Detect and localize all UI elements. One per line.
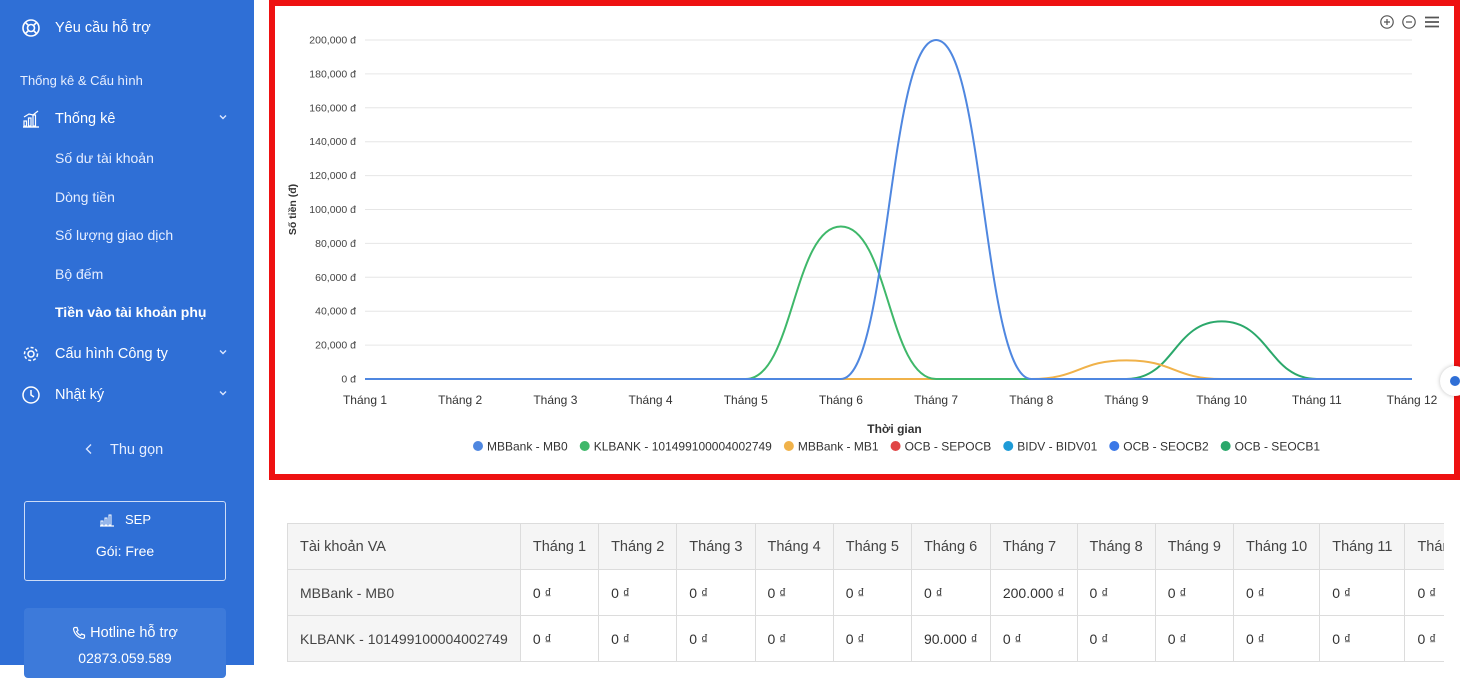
amount-cell: 200.000 ₫ — [989, 569, 1078, 616]
x-tick-label: Tháng 9 — [1104, 393, 1148, 407]
amount-cell: 0 ₫ — [1232, 615, 1321, 662]
y-tick-label: 120,000 đ — [309, 170, 356, 182]
legend-marker — [1003, 441, 1014, 451]
column-header-month: Tháng 6 — [910, 523, 991, 570]
amount-cell: 0 ₫ — [1404, 569, 1444, 616]
phone-icon — [73, 626, 86, 640]
series-line — [364, 320, 1412, 381]
x-tick-label: Tháng 11 — [1292, 393, 1342, 407]
hotline-box[interactable]: Hotline hỗ trợ 02873.059.589 — [24, 608, 226, 678]
table-body: MBBank - MB0 0 ₫ 0 ₫ 0 ₫ 0 ₫ 0 ₫ 0 ₫ 200.000 ₫ 0… — [287, 569, 1444, 662]
column-header-month: Tháng 5 — [832, 523, 912, 570]
column-header-month: Tháng 9 — [1154, 523, 1234, 570]
amount-cell: 90.000 ₫ — [910, 615, 991, 662]
column-header-month: Tháng 8 — [1076, 523, 1156, 570]
legend-marker — [783, 441, 794, 451]
y-tick-label: 80,000 đ — [315, 238, 356, 250]
zoom-out-icon[interactable] — [1401, 14, 1417, 30]
table-row: KLBANK - 101499100004002749 0 ₫ 0 ₫ 0 ₫ 0 ₫ 0… — [287, 615, 1444, 662]
legend-marker — [579, 441, 590, 451]
x-tick-label: Tháng 3 — [533, 393, 577, 407]
y-tick-label: 200,000 đ — [309, 35, 356, 47]
chart-icon — [99, 514, 114, 527]
column-header-month: Tháng 2 — [598, 523, 678, 570]
table-header-row: Tài khoản VA Tháng 1 Tháng 2 Tháng 3 Tháng 4… — [287, 523, 1444, 570]
legend-label: OCB - SEOCB2 — [1123, 440, 1209, 454]
legend-marker — [1220, 441, 1231, 451]
amount-cell: 0 ₫ — [1319, 569, 1406, 616]
x-tick-label: Tháng 12 — [1387, 393, 1438, 407]
y-tick-label: 0 đ — [341, 374, 356, 386]
column-header-account: Tài khoản VA — [287, 523, 521, 570]
y-tick-label: 160,000 đ — [309, 102, 356, 114]
y-tick-label: 20,000 đ — [315, 340, 356, 352]
x-axis-title: Thời gian — [867, 422, 922, 436]
amount-cell: 0 ₫ — [1232, 569, 1321, 616]
table-row: MBBank - MB0 0 ₫ 0 ₫ 0 ₫ 0 ₫ 0 ₫ 0 ₫ 200.000 ₫ 0… — [287, 569, 1444, 616]
y-tick-label: 140,000 đ — [309, 136, 356, 148]
column-header-month: Tháng 7 — [989, 523, 1078, 570]
y-tick-label: 180,000 đ — [309, 68, 356, 80]
amount-cell: 0 ₫ — [1154, 615, 1234, 662]
amount-cell: 0 ₫ — [1076, 569, 1156, 616]
x-tick-label: Tháng 4 — [629, 393, 673, 407]
legend-label: MBBank - MB0 — [487, 440, 568, 454]
amount-cell: 0 ₫ — [754, 615, 834, 662]
amount-cell: 0 ₫ — [1404, 615, 1444, 662]
chart-toolbar — [1379, 14, 1447, 30]
amount-cell: 0 ₫ — [989, 615, 1078, 662]
legend-label: KLBANK - 101499100004002749 — [594, 440, 772, 454]
x-tick-label: Tháng 6 — [819, 393, 863, 407]
zoom-in-icon[interactable] — [1379, 14, 1395, 30]
column-header-month: Tháng 1 — [519, 523, 600, 570]
column-header-month: Tháng 11 — [1319, 523, 1406, 570]
y-tick-label: 40,000 đ — [315, 306, 356, 318]
legend-label: OCB - SEOCB1 — [1235, 440, 1321, 454]
x-tick-label: Tháng 7 — [914, 393, 958, 407]
plan-code: SEP — [124, 512, 151, 527]
plan-box[interactable]: SEP Gói: Free — [24, 501, 226, 581]
menu-icon[interactable] — [1423, 14, 1441, 30]
account-cell: KLBANK - 101499100004002749 — [287, 615, 521, 662]
x-tick-label: Tháng 2 — [438, 393, 482, 407]
data-table: Tài khoản VA Tháng 1 Tháng 2 Tháng 3 Tháng 4… — [287, 523, 1444, 665]
legend-label: BIDV - BIDV01 — [1017, 440, 1097, 454]
amount-cell: 0 ₫ — [754, 569, 834, 616]
amount-cell: 0 ₫ — [519, 615, 600, 662]
amount-cell: 0 ₫ — [519, 569, 600, 616]
series-line — [364, 225, 1412, 381]
column-header-month: Tháng 10 — [1232, 523, 1321, 570]
line-chart: 0 đ 20,000 đ 40,000 đ 60,000 đ 80,000 đ 100,0… — [287, 35, 1438, 454]
legend-marker — [1109, 441, 1120, 451]
amount-cell: 0 ₫ — [598, 569, 678, 616]
legend-label: MBBank - MB1 — [798, 440, 879, 454]
series-line — [364, 359, 1412, 381]
y-axis-title: Số tiền (đ) — [287, 184, 299, 235]
amount-cell: 0 ₫ — [676, 615, 756, 662]
amount-cell: 0 ₫ — [676, 569, 756, 616]
column-header-month: Tháng 12 — [1404, 523, 1444, 570]
legend-marker — [890, 441, 901, 451]
amount-cell: 0 ₫ — [832, 569, 912, 616]
column-header-month: Tháng 4 — [754, 523, 834, 570]
hotline-label: Hotline hỗ trợ — [90, 625, 178, 641]
amount-cell: 0 ₫ — [1076, 615, 1156, 662]
account-cell: MBBank - MB0 — [287, 569, 521, 616]
y-tick-label: 60,000 đ — [315, 272, 356, 284]
legend-label: OCB - SEPOCB — [905, 440, 992, 454]
x-tick-label: Tháng 5 — [724, 393, 768, 407]
legend-marker — [473, 441, 483, 451]
x-tick-label: Tháng 10 — [1196, 393, 1247, 407]
amount-cell: 0 ₫ — [1154, 569, 1234, 616]
x-tick-label: Tháng 8 — [1009, 393, 1053, 407]
hotline-number: 02873.059.589 — [78, 650, 172, 666]
y-tick-label: 100,000 đ — [309, 204, 356, 216]
amount-cell: 0 ₫ — [910, 569, 991, 616]
column-header-month: Tháng 3 — [676, 523, 756, 570]
amount-cell: 0 ₫ — [832, 615, 912, 662]
amount-cell: 0 ₫ — [598, 615, 678, 662]
amount-cell: 0 ₫ — [1319, 615, 1406, 662]
plan-label: Gói: Free — [95, 543, 155, 559]
x-tick-label: Tháng 1 — [343, 393, 387, 407]
